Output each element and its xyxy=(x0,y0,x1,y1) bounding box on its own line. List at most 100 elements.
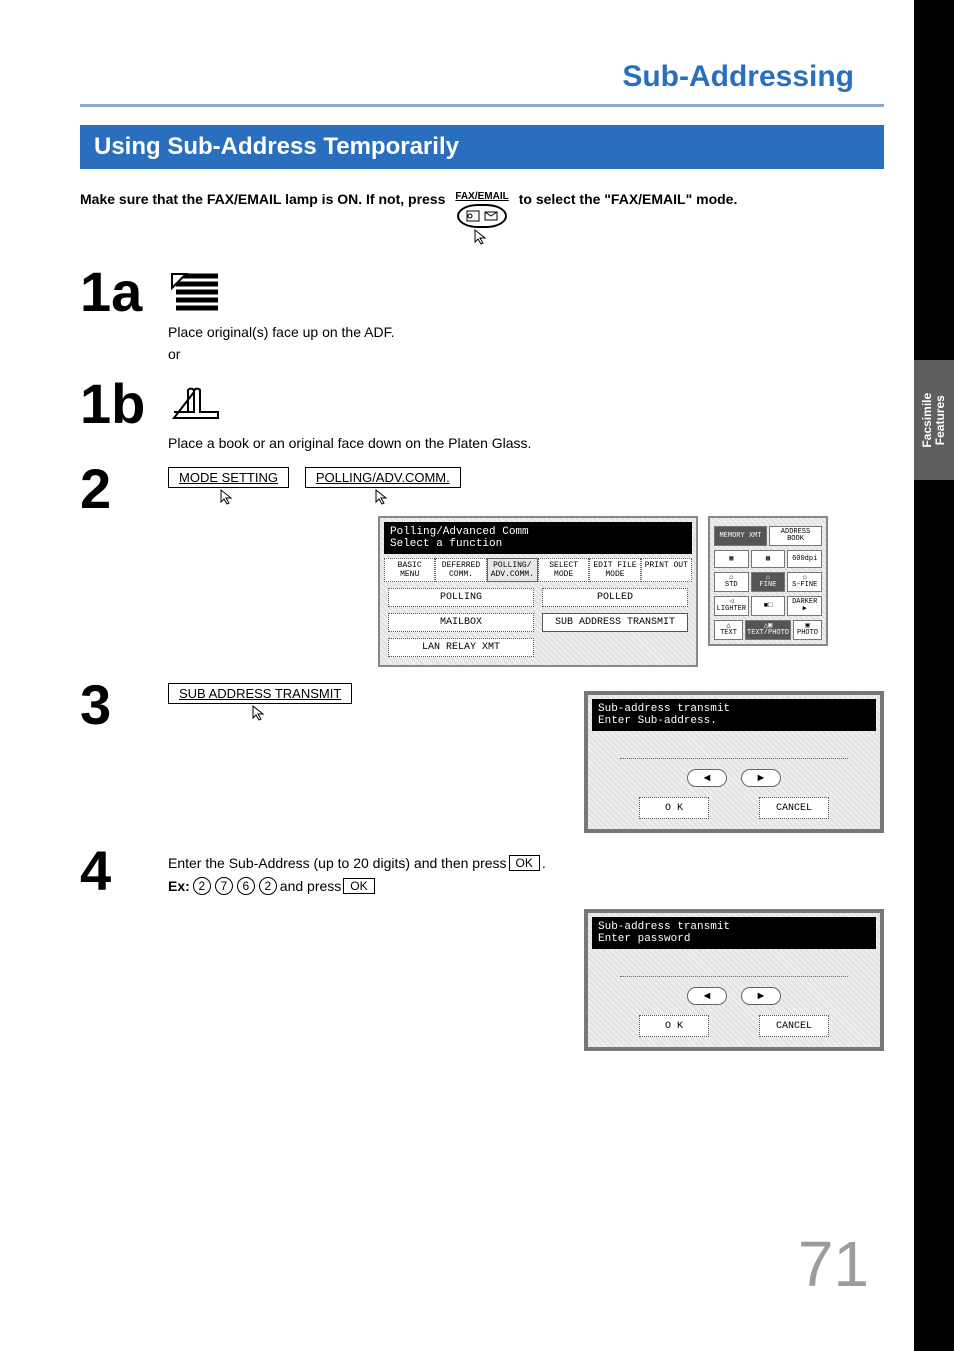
mode-photo[interactable]: ▣PHOTO xyxy=(793,620,822,640)
polling-panel-subtitle: Select a function xyxy=(390,538,686,550)
cursor-icon xyxy=(374,488,392,506)
res-cell-2[interactable]: ▦ xyxy=(751,550,786,568)
tab-print-out[interactable]: PRINT OUT xyxy=(641,558,692,582)
ok-key-2[interactable]: OK xyxy=(343,878,374,894)
fax-email-button[interactable]: FAX/EMAIL xyxy=(455,191,508,246)
page-title: Sub-Addressing xyxy=(80,60,854,94)
step-2: 2 MODE SETTING POLLING/ADV.COMM. Polling… xyxy=(80,461,884,667)
fax-icon xyxy=(466,210,480,222)
mode-text-photo[interactable]: △▣TEXT/PHOTO xyxy=(745,620,791,640)
left-arrow-button[interactable]: ◄ xyxy=(687,769,727,787)
fax-email-label: FAX/EMAIL xyxy=(455,191,508,202)
memory-xmt-button[interactable]: MEMORY XMT xyxy=(714,526,767,546)
popup1-ok-button[interactable]: O K xyxy=(639,797,709,819)
adf-icon xyxy=(168,270,228,318)
step-4: 4 Enter the Sub-Address (up to 20 digits… xyxy=(80,843,884,1051)
step-1a-text: Place original(s) face up on the ADF. xyxy=(168,324,884,340)
popup2-cancel-button[interactable]: CANCEL xyxy=(759,1015,829,1037)
cursor-icon xyxy=(473,228,491,246)
password-popup: Sub-address transmit Enter password ◄ ► … xyxy=(584,909,884,1051)
password-popup-header: Sub-address transmit Enter password xyxy=(592,917,876,949)
popup1-subtitle: Enter Sub-address. xyxy=(598,715,870,727)
panel-polled-button[interactable]: POLLED xyxy=(542,588,688,607)
polling-adv-comm-button[interactable]: POLLING/ADV.COMM. xyxy=(305,467,461,506)
panel-mailbox-button[interactable]: MAILBOX xyxy=(388,613,534,632)
intro-part1: Make sure that the FAX/EMAIL lamp is ON.… xyxy=(80,191,445,207)
polling-adv-comm-label: POLLING/ADV.COMM. xyxy=(305,467,461,488)
step-4-text-a: Enter the Sub-Address (up to 20 digits) … xyxy=(168,855,507,871)
popup2-ok-button[interactable]: O K xyxy=(639,1015,709,1037)
and-press-text: and press xyxy=(280,878,341,894)
step-4-text-b: . xyxy=(542,855,546,871)
fine-sfine[interactable]: ⌂S-FINE xyxy=(787,572,822,592)
mode-text[interactable]: △TEXT xyxy=(714,620,743,640)
right-black-bar xyxy=(914,0,954,1351)
page-number: 71 xyxy=(798,1227,869,1301)
cursor-icon xyxy=(219,488,237,506)
platen-icon xyxy=(168,382,224,426)
contrast-darker[interactable]: DARKER ▶ xyxy=(787,596,822,616)
fax-email-oval-icon xyxy=(457,204,507,228)
res-600dpi[interactable]: 600dpi xyxy=(787,550,822,568)
step-2-number: 2 xyxy=(80,461,150,517)
tab-deferred-comm[interactable]: DEFERRED COMM. xyxy=(435,558,486,582)
intro-line: Make sure that the FAX/EMAIL lamp is ON.… xyxy=(80,191,884,246)
polling-panel-header: Polling/Advanced Comm Select a function xyxy=(384,522,692,554)
sub-address-popup: Sub-address transmit Enter Sub-address. … xyxy=(584,691,884,833)
step-1a: 1a Place original(s) face up on the ADF.… xyxy=(80,264,884,366)
contrast-mid[interactable]: ■□ xyxy=(751,596,786,616)
title-underline xyxy=(80,104,884,107)
digit-key-2[interactable]: 2 xyxy=(193,877,211,895)
side-tab-text: FacsimileFeatures xyxy=(921,393,947,448)
step-3: 3 SUB ADDRESS TRANSMIT Sub-address trans… xyxy=(80,677,884,833)
step-4-number: 4 xyxy=(80,843,150,899)
polling-panel-tabs: BASIC MENU DEFERRED COMM. POLLING/ ADV.C… xyxy=(384,558,692,582)
polling-panel-title: Polling/Advanced Comm xyxy=(390,526,686,538)
popup2-title: Sub-address transmit xyxy=(598,921,870,933)
panel-lan-relay-xmt-button[interactable]: LAN RELAY XMT xyxy=(388,638,534,657)
section-heading: Using Sub-Address Temporarily xyxy=(80,125,884,169)
sub-address-transmit-button[interactable]: SUB ADDRESS TRANSMIT xyxy=(168,683,352,722)
popup1-title: Sub-address transmit xyxy=(598,703,870,715)
tab-select-mode[interactable]: SELECT MODE xyxy=(538,558,589,582)
step-1a-number: 1a xyxy=(80,264,150,320)
tab-edit-file-mode[interactable]: EDIT FILE MODE xyxy=(589,558,640,582)
digit-key-2b[interactable]: 2 xyxy=(259,877,277,895)
panel-sub-address-transmit-button[interactable]: SUB ADDRESS TRANSMIT xyxy=(542,613,688,632)
digit-key-6[interactable]: 6 xyxy=(237,877,255,895)
popup1-cancel-button[interactable]: CANCEL xyxy=(759,797,829,819)
res-cell-1[interactable]: ▦ xyxy=(714,550,749,568)
tab-polling-adv-comm[interactable]: POLLING/ ADV.COMM. xyxy=(487,558,538,582)
step-1b-text: Place a book or an original face down on… xyxy=(168,435,884,451)
step-1a-or: or xyxy=(168,346,884,362)
mode-setting-button[interactable]: MODE SETTING xyxy=(168,467,289,506)
fine-fine[interactable]: ⌂FINE xyxy=(751,572,786,592)
polling-panel: Polling/Advanced Comm Select a function … xyxy=(378,516,698,667)
contrast-lighter[interactable]: ◁ LIGHTER xyxy=(714,596,749,616)
email-icon xyxy=(484,211,498,221)
mode-setting-label: MODE SETTING xyxy=(168,467,289,488)
panel-polling-button[interactable]: POLLING xyxy=(388,588,534,607)
step-1b: 1b Place a book or an original face down… xyxy=(80,376,884,451)
tab-basic-menu[interactable]: BASIC MENU xyxy=(384,558,435,582)
address-book-button[interactable]: ADDRESS BOOK xyxy=(769,526,822,546)
right-arrow-button[interactable]: ► xyxy=(741,769,781,787)
side-settings-panel: MEMORY XMT ADDRESS BOOK ▦ ▦ 600dpi ⌂STD … xyxy=(708,516,828,646)
step-4-example: Ex: 2 7 6 2 and press OK xyxy=(168,877,884,895)
left-arrow-button-2[interactable]: ◄ xyxy=(687,987,727,1005)
fine-std[interactable]: ⌂STD xyxy=(714,572,749,592)
step-1b-number: 1b xyxy=(80,376,150,432)
sub-address-input[interactable] xyxy=(620,745,848,759)
popup2-subtitle: Enter password xyxy=(598,933,870,945)
ex-label: Ex: xyxy=(168,878,190,894)
step-4-line1: Enter the Sub-Address (up to 20 digits) … xyxy=(168,855,884,871)
intro-part2: to select the "FAX/EMAIL" mode. xyxy=(519,191,738,207)
right-arrow-button-2[interactable]: ► xyxy=(741,987,781,1005)
password-input[interactable] xyxy=(620,963,848,977)
cursor-icon xyxy=(251,704,269,722)
sub-address-transmit-label: SUB ADDRESS TRANSMIT xyxy=(168,683,352,704)
ok-key[interactable]: OK xyxy=(509,855,540,871)
step-3-number: 3 xyxy=(80,677,150,733)
digit-key-7[interactable]: 7 xyxy=(215,877,233,895)
sub-address-popup-header: Sub-address transmit Enter Sub-address. xyxy=(592,699,876,731)
